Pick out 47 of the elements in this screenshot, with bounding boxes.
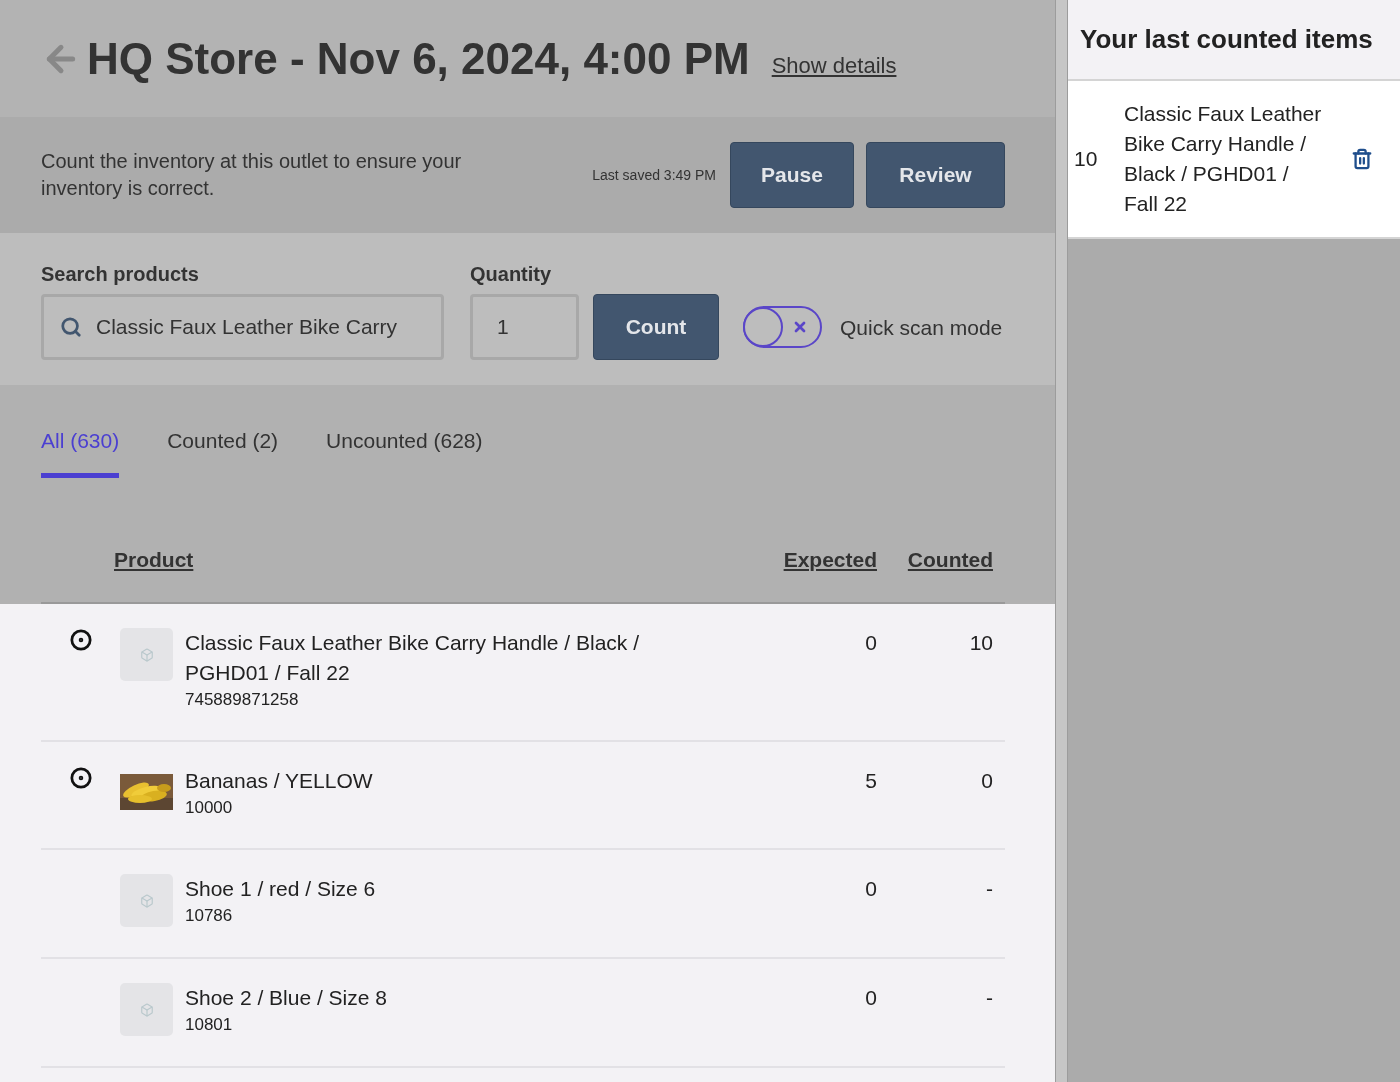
product-placeholder-icon — [120, 874, 173, 927]
filter-tab[interactable]: All (630) — [41, 429, 120, 478]
instruction-text: Count the inventory at this outlet to ensure your inventory is correct. — [41, 149, 463, 201]
product-name: Shoe 2 / Blue / Size 8 — [185, 985, 388, 1011]
count-button[interactable]: Count — [593, 294, 719, 360]
expected-cell-text: 0 — [864, 876, 877, 902]
expected-column-header[interactable]: Expected — [783, 548, 877, 572]
delete-icon[interactable] — [1351, 148, 1373, 170]
filter-tab[interactable]: Uncounted (628) — [326, 429, 483, 478]
product-code: 10000 — [185, 798, 234, 818]
product-name: Bananas / YELLOW — [185, 768, 374, 794]
quantity-field[interactable]: 1 — [470, 294, 579, 360]
page-title: HQ Store - Nov 6, 2024, 4:00 PM — [87, 33, 750, 84]
product-name: Classic Faux Leather Bike Carry Handle / Black / PGHD01 / Fall 22 — [185, 630, 640, 686]
quantity-label: Quantity — [470, 263, 553, 286]
last-saved-text: Last saved 3:49 PM — [592, 167, 716, 183]
target-icon[interactable] — [69, 767, 92, 789]
close-icon — [792, 319, 808, 335]
counted-cell-text: - — [985, 876, 993, 902]
counted-column-header[interactable]: Counted — [907, 548, 993, 572]
search-label: Search products — [41, 263, 200, 286]
quick-scan-label: Quick scan mode — [840, 316, 1003, 340]
counted-quantity: 10 — [1074, 147, 1099, 171]
scrollbar[interactable] — [1055, 0, 1068, 1082]
counted-cell-text: 10 — [968, 630, 993, 656]
search-icon — [60, 316, 82, 338]
product-name: Shoe 1 / red / Size 6 — [185, 876, 377, 902]
sidebar-title: Your last counted items — [1080, 24, 1373, 55]
pause-button[interactable]: Pause — [730, 142, 854, 208]
counted-cell-text: 0 — [980, 768, 993, 794]
quick-scan-toggle[interactable] — [743, 306, 822, 348]
expected-cell-text: 0 — [864, 985, 877, 1011]
counted-item-name: Classic Faux Leather Bike Carry Handle / Black / PGHD01 / Fall 22 — [1124, 101, 1323, 217]
product-placeholder-icon — [120, 983, 173, 1036]
product-code: 745889871258 — [185, 690, 300, 710]
target-icon[interactable] — [69, 629, 92, 651]
product-column-header[interactable]: Product — [114, 548, 194, 572]
expected-cell-text: 5 — [864, 768, 877, 794]
search-field[interactable]: Classic Faux Leather Bike Carry — [41, 294, 444, 360]
product-placeholder-icon — [120, 628, 173, 681]
expected-cell-text: 0 — [864, 630, 877, 656]
filter-tab[interactable]: Counted (2) — [167, 429, 279, 478]
product-code: 10786 — [185, 906, 234, 926]
counted-cell-text: - — [985, 985, 993, 1011]
show-details-link[interactable]: Show details — [771, 52, 897, 79]
review-button[interactable]: Review — [866, 142, 1005, 208]
product-code: 10801 — [185, 1015, 234, 1035]
